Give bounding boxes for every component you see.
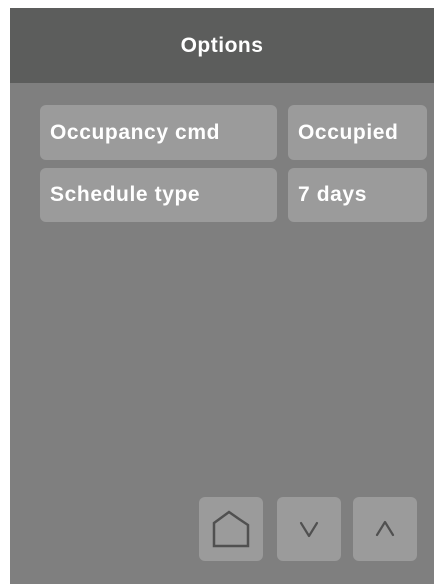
scroll-down-button[interactable] [277, 497, 341, 561]
header-bar: Options [10, 8, 434, 83]
scroll-up-button[interactable] [353, 497, 417, 561]
schedule-type-label[interactable]: Schedule type [40, 168, 277, 222]
chevron-down-icon [299, 521, 319, 538]
chevron-up-icon [375, 520, 395, 537]
occupancy-cmd-value[interactable]: Occupied [288, 105, 427, 160]
schedule-type-value[interactable]: 7 days [288, 168, 427, 222]
home-icon [212, 510, 250, 548]
options-screen: Options Occupancy cmd Occupied Schedule … [10, 8, 434, 584]
page-title: Options [180, 33, 264, 57]
occupancy-cmd-label[interactable]: Occupancy cmd [40, 105, 277, 160]
home-button[interactable] [199, 497, 263, 561]
